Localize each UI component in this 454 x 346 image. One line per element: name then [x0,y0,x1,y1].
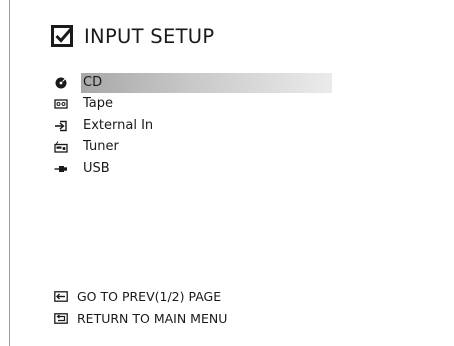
screen-left-border [9,0,10,346]
input-item-label: Tape [83,96,114,112]
return-arrow-icon [54,312,68,324]
return-main-menu-button[interactable]: RETURN TO MAIN MENU [54,307,227,329]
checkbox-icon [51,25,73,47]
input-setup-screen: INPUT SETUP CD Tape External In Tuner US… [0,0,454,346]
input-item-external-in[interactable]: External In [54,115,332,137]
input-item-label: Tuner [83,139,119,155]
page-title: INPUT SETUP [84,24,215,48]
input-item-label: External In [83,117,154,133]
cd-disc-icon [55,77,67,89]
input-item-cd[interactable]: CD [54,72,332,94]
input-item-tuner[interactable]: Tuner [54,137,332,159]
input-item-tape[interactable]: Tape [54,94,332,116]
usb-icon [54,165,67,172]
main-menu-label: RETURN TO MAIN MENU [77,310,228,326]
input-item-usb[interactable]: USB [54,158,332,180]
input-item-label: USB [83,160,110,176]
arrow-left-icon [54,290,68,302]
prev-page-button[interactable]: GO TO PREV(1/2) PAGE [54,285,227,307]
prev-page-label: GO TO PREV(1/2) PAGE [77,288,222,304]
input-source-list: CD Tape External In Tuner USB [54,72,332,180]
external-in-icon [55,120,67,131]
tuner-icon [54,141,68,153]
tape-cassette-icon [54,99,68,109]
page-title-row: INPUT SETUP [51,24,214,48]
input-item-label: CD [81,72,332,93]
footer-navigation: GO TO PREV(1/2) PAGE RETURN TO MAIN MENU [54,285,227,329]
